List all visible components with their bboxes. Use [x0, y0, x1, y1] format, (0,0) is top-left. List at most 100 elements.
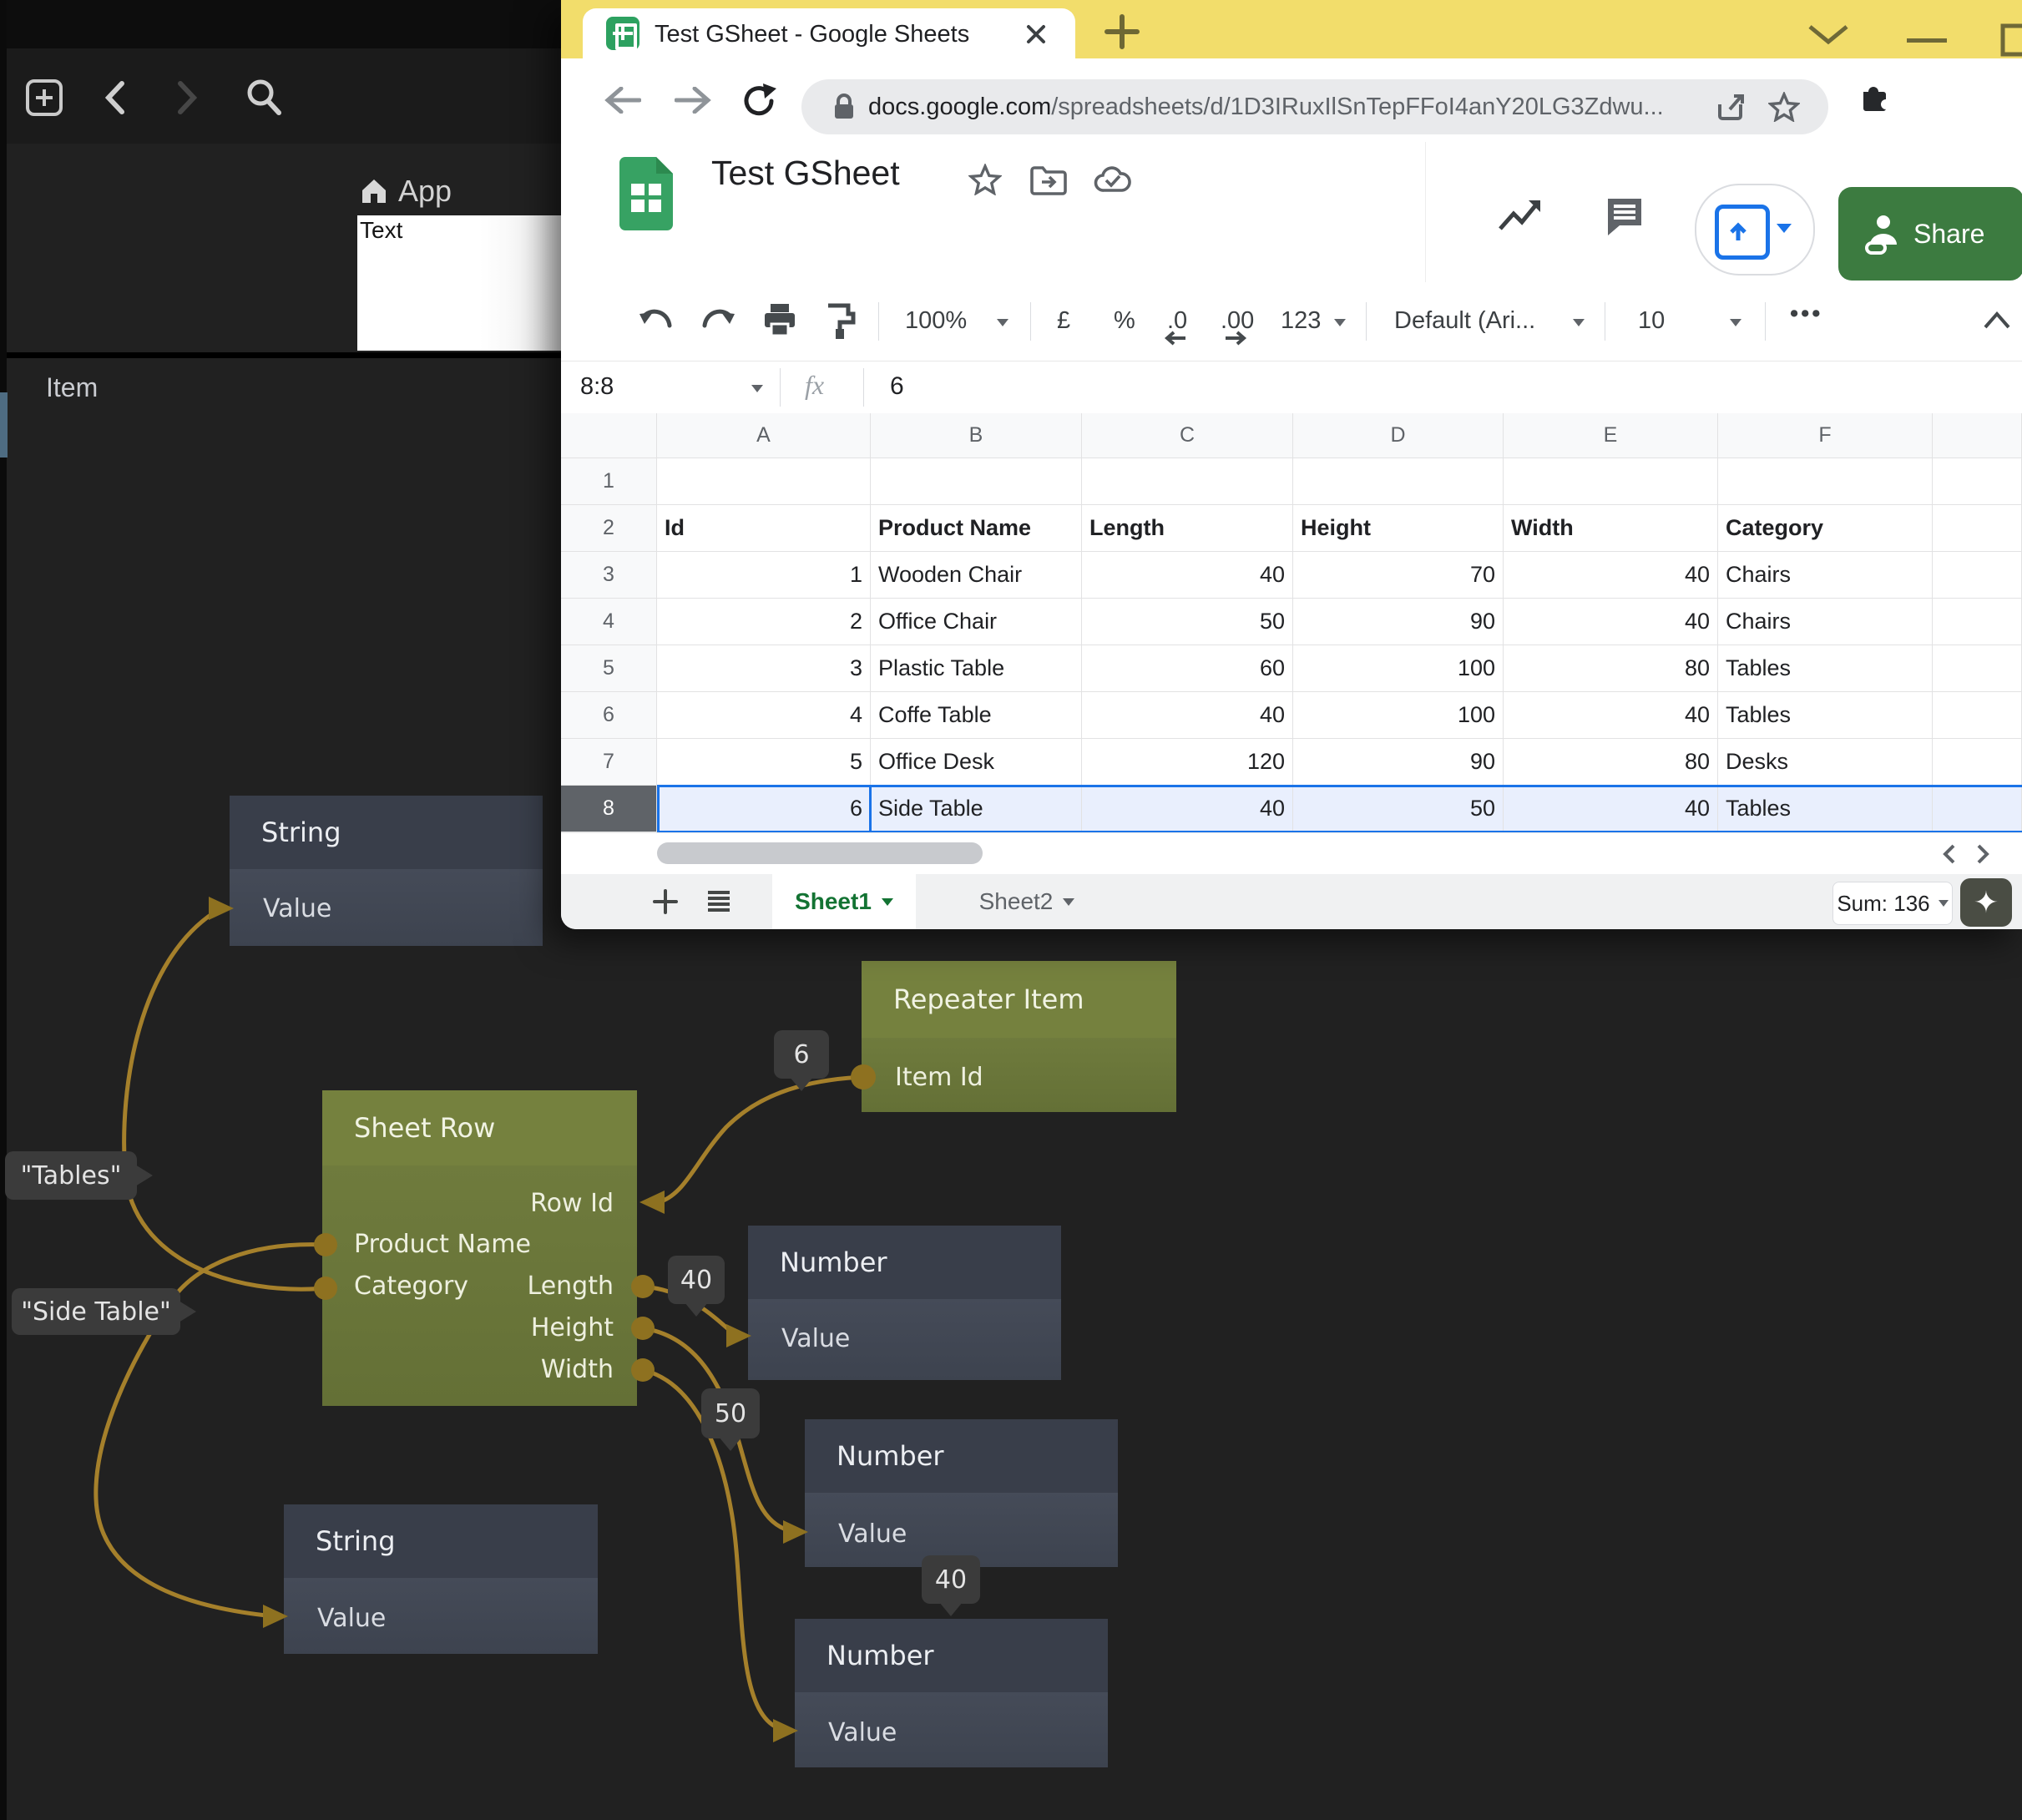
- row-header-1[interactable]: 1: [561, 458, 657, 505]
- port-value[interactable]: Value: [781, 1324, 850, 1353]
- cloud-check-icon[interactable]: [1094, 165, 1132, 195]
- cell-E7[interactable]: 80: [1504, 739, 1718, 786]
- font-select[interactable]: Default (Ari...: [1394, 307, 1535, 335]
- name-box-dropdown-icon[interactable]: [751, 382, 763, 397]
- extensions-icon[interactable]: [1857, 83, 1892, 119]
- cell-B2[interactable]: Product Name: [871, 505, 1082, 552]
- cell-A2[interactable]: Id: [657, 505, 871, 552]
- cell-B4[interactable]: Office Chair: [871, 599, 1082, 645]
- cell-G5[interactable]: [1933, 645, 2022, 692]
- cell-E6[interactable]: 40: [1504, 692, 1718, 739]
- row-header-8[interactable]: 8: [561, 786, 657, 832]
- sheet1-menu-icon[interactable]: [882, 898, 893, 906]
- cell-F1[interactable]: [1718, 458, 1933, 505]
- formula-input[interactable]: 6: [890, 372, 904, 401]
- trend-icon[interactable]: [1497, 197, 1544, 234]
- cell-F6[interactable]: Tables: [1718, 692, 1933, 739]
- cell-F2[interactable]: Category: [1718, 505, 1933, 552]
- more-toolbar-icon[interactable]: •••: [1790, 301, 1822, 328]
- cell-C1[interactable]: [1082, 458, 1293, 505]
- column-header-C[interactable]: C: [1082, 413, 1293, 458]
- percent-format[interactable]: %: [1114, 307, 1135, 335]
- port-row-id[interactable]: Row Id: [530, 1189, 614, 1218]
- font-dropdown-icon[interactable]: [1573, 316, 1585, 331]
- cell-D3[interactable]: 70: [1293, 552, 1504, 599]
- cell-C4[interactable]: 50: [1082, 599, 1293, 645]
- column-header-F[interactable]: F: [1718, 413, 1933, 458]
- new-tab-icon[interactable]: [1102, 12, 1142, 52]
- column-header-E[interactable]: E: [1504, 413, 1718, 458]
- sum-indicator[interactable]: Sum: 136: [1832, 882, 1953, 925]
- port-value[interactable]: Value: [838, 1519, 907, 1549]
- grid-corner[interactable]: [561, 413, 657, 458]
- chevron-down-icon[interactable]: [1805, 22, 1852, 47]
- active-cell-A8[interactable]: [657, 785, 872, 832]
- cell-C3[interactable]: 40: [1082, 552, 1293, 599]
- cell-E3[interactable]: 40: [1504, 552, 1718, 599]
- app-preview[interactable]: Text: [357, 215, 562, 351]
- name-box[interactable]: 8:8: [580, 373, 614, 401]
- column-header-D[interactable]: D: [1293, 413, 1504, 458]
- port-category[interactable]: Category: [354, 1271, 468, 1301]
- node-number-1[interactable]: Number Value: [748, 1226, 1061, 1380]
- cell-G6[interactable]: [1933, 692, 2022, 739]
- node-sheet-row[interactable]: Sheet Row Row Id Product Name Category L…: [322, 1090, 637, 1406]
- bookmark-star-icon[interactable]: [1768, 92, 1800, 122]
- tab-sheet2[interactable]: Sheet2: [960, 874, 1094, 929]
- more-formats[interactable]: 123: [1281, 307, 1321, 335]
- cell-E2[interactable]: Width: [1504, 505, 1718, 552]
- cell-B8[interactable]: Side Table: [871, 786, 1082, 832]
- cell-A4[interactable]: 2: [657, 599, 871, 645]
- cell-E1[interactable]: [1504, 458, 1718, 505]
- present-button[interactable]: [1695, 184, 1815, 276]
- zoom-select[interactable]: 100%: [905, 307, 967, 335]
- nav-forward-icon[interactable]: [675, 87, 711, 114]
- tab-close-icon[interactable]: [1024, 22, 1049, 47]
- star-icon[interactable]: [968, 164, 1002, 195]
- cell-B6[interactable]: Coffe Table: [871, 692, 1082, 739]
- row-header-4[interactable]: 4: [561, 599, 657, 645]
- port-product-name[interactable]: Product Name: [354, 1230, 531, 1259]
- cell-B1[interactable]: [871, 458, 1082, 505]
- row-header-7[interactable]: 7: [561, 739, 657, 786]
- share-icon[interactable]: [1716, 93, 1747, 121]
- cell-F5[interactable]: Tables: [1718, 645, 1933, 692]
- node-string-top[interactable]: String Value: [230, 796, 543, 946]
- cell-B3[interactable]: Wooden Chair: [871, 552, 1082, 599]
- more-formats-dropdown-icon[interactable]: [1334, 316, 1346, 331]
- cell-D1[interactable]: [1293, 458, 1504, 505]
- cell-A1[interactable]: [657, 458, 871, 505]
- cell-D2[interactable]: Height: [1293, 505, 1504, 552]
- row-header-2[interactable]: 2: [561, 505, 657, 552]
- doc-title[interactable]: Test GSheet: [711, 154, 900, 193]
- scroll-left-icon[interactable]: [1940, 843, 1959, 865]
- browser-tab[interactable]: Test GSheet - Google Sheets: [583, 8, 1075, 58]
- cell-C2[interactable]: Length: [1082, 505, 1293, 552]
- column-header-A[interactable]: A: [657, 413, 871, 458]
- hscrollbar-thumb[interactable]: [657, 842, 983, 864]
- font-size-dropdown-icon[interactable]: [1730, 316, 1741, 331]
- cell-D6[interactable]: 100: [1293, 692, 1504, 739]
- comment-icon[interactable]: [1603, 194, 1646, 237]
- cell-C5[interactable]: 60: [1082, 645, 1293, 692]
- add-sheet-icon[interactable]: [651, 887, 680, 916]
- node-number-2[interactable]: Number Value: [805, 1419, 1118, 1567]
- cell-F7[interactable]: Desks: [1718, 739, 1933, 786]
- cell-F3[interactable]: Chairs: [1718, 552, 1933, 599]
- column-header-g[interactable]: [1933, 413, 2022, 458]
- forward-icon[interactable]: [175, 80, 200, 115]
- port-value[interactable]: Value: [828, 1718, 897, 1747]
- cell-C6[interactable]: 40: [1082, 692, 1293, 739]
- node-string-bottom[interactable]: String Value: [284, 1504, 598, 1654]
- panel-item-label[interactable]: Item: [46, 372, 98, 403]
- port-value[interactable]: Value: [317, 1604, 386, 1633]
- cell-E4[interactable]: 40: [1504, 599, 1718, 645]
- url-bar[interactable]: docs.google.com/spreadsheets/d/1D3IRuxIl…: [801, 79, 1828, 134]
- tab-sheet1[interactable]: Sheet1: [772, 874, 916, 929]
- row-header-5[interactable]: 5: [561, 645, 657, 692]
- cell-C8[interactable]: 40: [1082, 786, 1293, 832]
- cell-D5[interactable]: 100: [1293, 645, 1504, 692]
- port-width[interactable]: Width: [541, 1355, 614, 1384]
- cell-E8[interactable]: 40: [1504, 786, 1718, 832]
- share-button[interactable]: Share: [1838, 187, 2022, 281]
